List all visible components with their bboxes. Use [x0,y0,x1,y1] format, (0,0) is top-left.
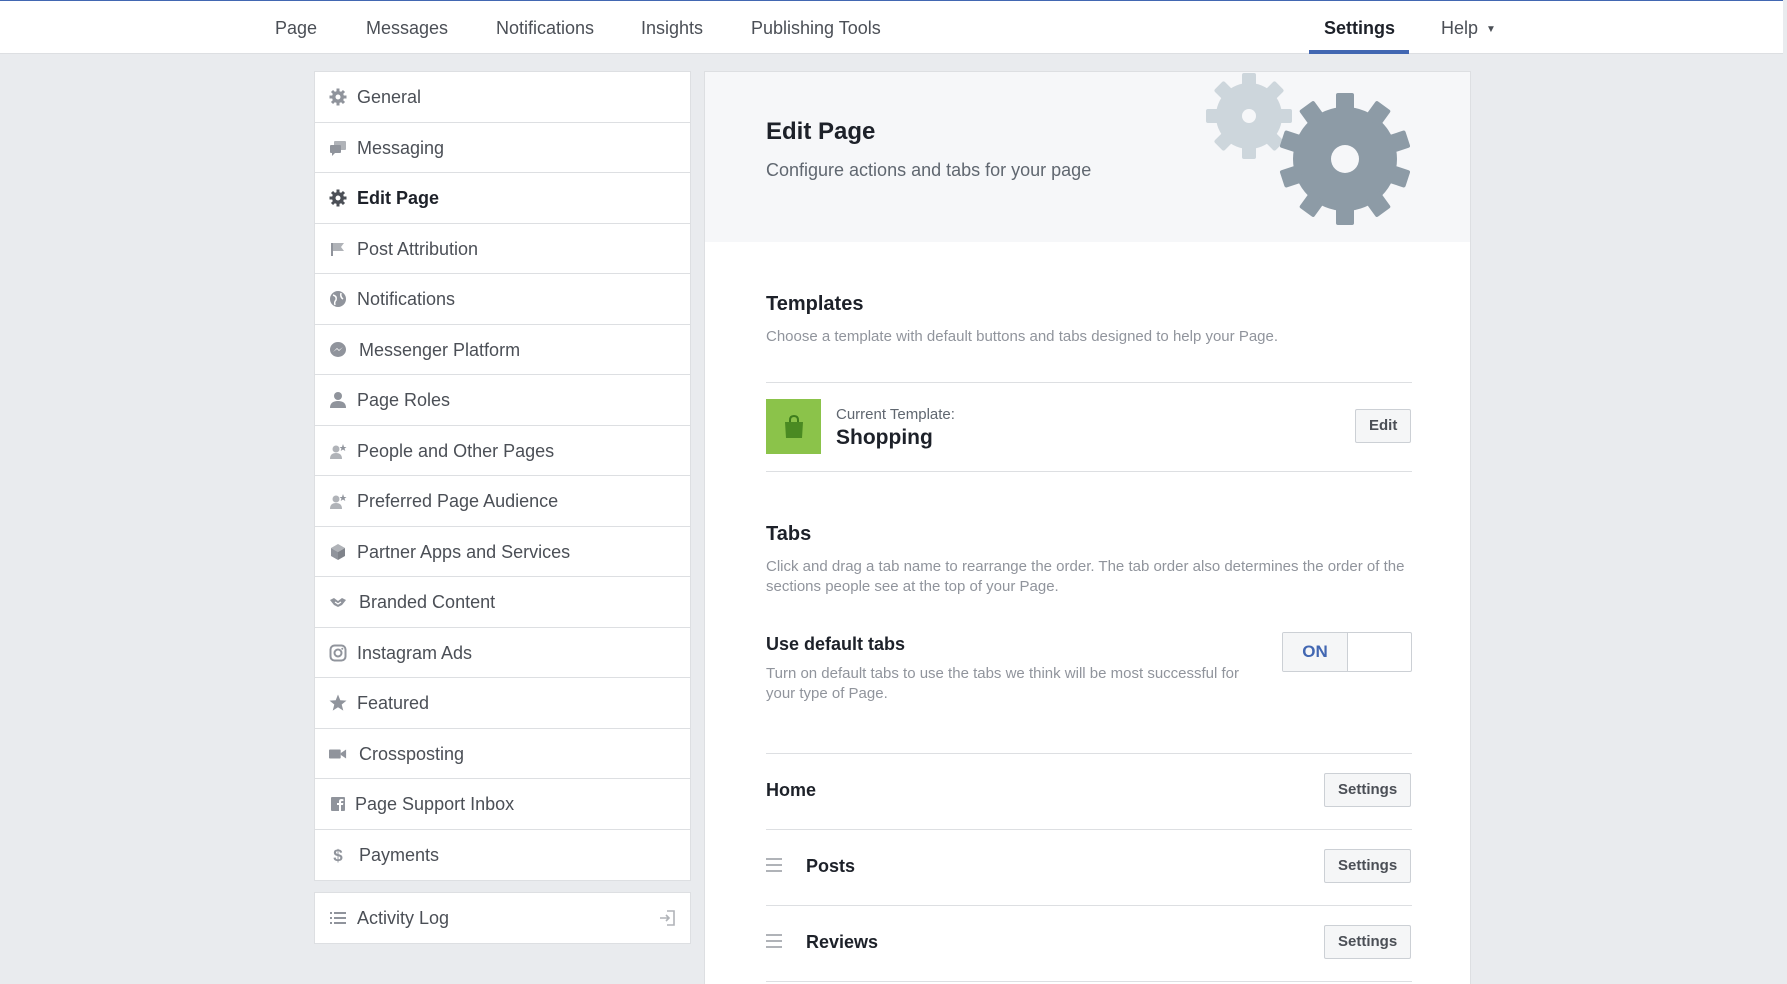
current-template-name: Shopping [836,426,933,449]
sidebar-item-label: Page Roles [357,390,451,410]
handshake-icon [329,593,347,611]
divider [766,382,1412,383]
chat-icon [329,139,347,157]
dollar-icon: $ [329,846,347,864]
nav-messages[interactable]: Messages [366,1,448,54]
divider [766,905,1412,906]
sidebar-item-general[interactable]: General [315,72,690,123]
flag-icon [329,240,347,258]
sidebar-item-instagram-ads[interactable]: Instagram Ads [315,628,690,678]
edit-page-panel: Edit Page Configure actions and tabs for… [704,71,1471,984]
divider [766,753,1412,754]
shopping-bag-icon [766,399,821,454]
caret-down-icon: ▼ [1486,24,1496,35]
activity-log-label: Activity Log [357,908,450,928]
sidebar-item-partner-apps[interactable]: Partner Apps and Services [315,527,690,577]
templates-description: Choose a template with default buttons a… [766,328,1279,345]
sidebar-item-messenger-platform[interactable]: Messenger Platform [315,325,690,375]
tab-row-reviews-name: Reviews [806,932,879,952]
edit-template-button[interactable]: Edit [1355,409,1412,443]
page-title: Edit Page [766,118,876,145]
sidebar-item-post-attribution[interactable]: Post Attribution [315,224,690,274]
tab-row-posts-name: Posts [806,856,856,876]
divider [766,471,1412,472]
person-star-icon [329,442,347,460]
nav-notifications[interactable]: Notifications [496,1,594,54]
svg-text:$: $ [333,846,343,864]
default-tabs-toggle[interactable]: ON [1282,632,1412,672]
nav-active-indicator [1309,50,1409,54]
templates-title: Templates [766,293,864,315]
sidebar-item-label: Payments [359,844,440,865]
sidebar-item-label: Partner Apps and Services [357,541,571,562]
star-icon [329,694,347,712]
sidebar-item-label: General [357,87,422,107]
nav-insights[interactable]: Insights [641,1,703,54]
instagram-icon [329,644,347,662]
sidebar-item-label: Edit Page [357,188,440,208]
sidebar-item-featured[interactable]: Featured [315,678,690,729]
current-template-label: Current Template: [836,406,955,423]
sidebar-item-edit-page[interactable]: Edit Page [315,173,690,224]
drag-handle-icon[interactable] [766,858,784,872]
settings-sidebar: General Messaging Edit Page Post Attribu… [314,71,691,881]
globe-icon [329,290,347,308]
activity-log-link[interactable]: Activity Log [314,892,691,944]
sidebar-item-label: Branded Content [359,592,496,612]
open-link-icon [658,909,676,927]
drag-handle-icon[interactable] [766,934,784,948]
sidebar-item-notifications[interactable]: Notifications [315,274,690,325]
cube-icon [329,543,347,561]
gears-illustration-icon [1200,72,1411,247]
page-header: Edit Page Configure actions and tabs for… [705,72,1470,242]
page-subtitle: Configure actions and tabs for your page [766,160,1092,180]
sidebar-item-crossposting[interactable]: Crossposting [315,729,690,779]
sidebar-item-payments[interactable]: $ Payments [315,830,690,881]
default-tabs-title: Use default tabs [766,634,906,654]
tabs-description: Click and drag a tab name to rearrange t… [766,558,1405,595]
person-icon [329,391,347,409]
sidebar-item-page-support-inbox[interactable]: Page Support Inbox [315,779,690,830]
top-nav-bar: Page Messages Notifications Insights Pub… [0,0,1787,54]
nav-help-label: Help [1441,18,1479,38]
sidebar-item-messaging[interactable]: Messaging [315,123,690,173]
sidebar-item-branded-content[interactable]: Branded Content [315,577,690,628]
sidebar-item-label: Page Support Inbox [355,794,515,814]
nav-help[interactable]: Help ▼ [1441,1,1496,54]
divider [766,829,1412,830]
toggle-on-label: ON [1283,633,1348,671]
tab-row-home-name: Home [766,780,817,800]
reviews-settings-button[interactable]: Settings [1324,925,1412,959]
sidebar-item-label: Notifications [357,289,456,309]
messenger-icon [329,341,347,359]
nav-settings[interactable]: Settings [1324,1,1395,54]
sidebar-item-label: Preferred Page Audience [357,491,559,511]
default-tabs-description: Turn on default tabs to use the tabs we … [766,665,1240,702]
divider [766,981,1412,982]
scrollbar[interactable] [1783,0,1787,984]
sidebar-item-label: Featured [357,693,430,713]
gear-icon [329,189,347,207]
sidebar-item-label: Instagram Ads [357,642,473,663]
sidebar-item-label: Messaging [357,137,445,158]
facebook-icon [329,795,347,813]
sidebar-item-label: Messenger Platform [359,339,521,360]
person-star-icon [329,492,347,510]
sidebar-item-page-roles[interactable]: Page Roles [315,375,690,426]
tabs-title: Tabs [766,523,812,545]
home-settings-button[interactable]: Settings [1324,773,1412,807]
sidebar-item-label: Crossposting [359,743,465,764]
posts-settings-button[interactable]: Settings [1324,849,1412,883]
sidebar-item-people-and-other-pages[interactable]: People and Other Pages [315,426,690,476]
sidebar-item-preferred-page-audience[interactable]: Preferred Page Audience [315,476,690,527]
nav-page[interactable]: Page [275,1,317,54]
list-icon [329,909,347,927]
sidebar-item-label: Post Attribution [357,238,479,259]
sidebar-item-label: People and Other Pages [357,440,555,461]
gear-icon [329,88,347,106]
nav-publishing-tools[interactable]: Publishing Tools [751,1,881,54]
video-camera-icon [329,745,347,763]
